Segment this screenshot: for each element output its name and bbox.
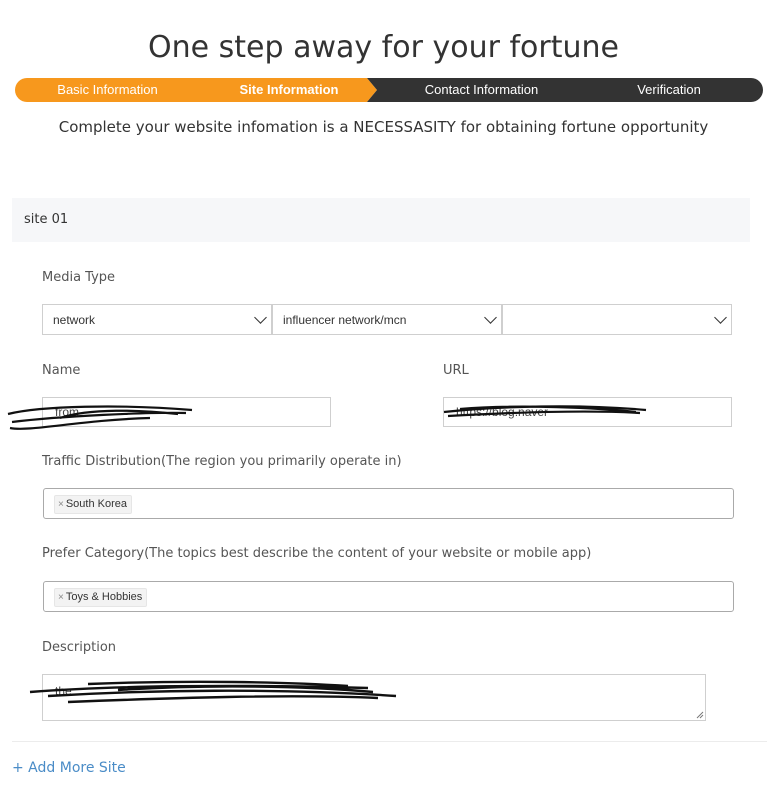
description-textarea[interactable]: the	[42, 674, 706, 721]
media-subtype-select[interactable]: influencer network/mcn	[272, 304, 502, 335]
traffic-distribution-label: Traffic Distribution(The region you prim…	[42, 454, 402, 469]
name-label: Name	[42, 363, 81, 378]
close-icon[interactable]: ×	[58, 499, 64, 510]
page-subtitle: Complete your website infomation is a NE…	[58, 118, 709, 136]
step-verification[interactable]: Verification	[578, 78, 760, 102]
site-header-label: site 01	[24, 212, 69, 227]
media-type-label: Media Type	[42, 270, 116, 285]
prefer-category-label: Prefer Category(The topics best describe…	[42, 546, 592, 561]
traffic-distribution-select[interactable]: × South Korea	[43, 488, 734, 519]
step-contact-information[interactable]: Contact Information	[385, 78, 578, 102]
traffic-tag-label: South Korea	[65, 498, 127, 510]
page-title: One step away for your fortune	[148, 30, 619, 65]
category-tag: × Toys & Hobbies	[54, 588, 148, 607]
add-more-site-link[interactable]: + Add More Site	[12, 760, 126, 776]
close-icon[interactable]: ×	[58, 592, 64, 603]
description-label: Description	[42, 640, 117, 655]
section-divider	[12, 741, 767, 742]
progress-steps: Basic Information Site Information Conta…	[15, 78, 763, 102]
traffic-tag: × South Korea	[54, 495, 132, 514]
media-detail-select[interactable]	[502, 304, 732, 335]
prefer-category-select[interactable]: × Toys & Hobbies	[43, 581, 734, 612]
url-input[interactable]	[443, 397, 732, 427]
step-site-information[interactable]: Site Information	[200, 78, 378, 102]
name-input[interactable]	[42, 397, 331, 427]
site-section-header[interactable]: site 01	[12, 198, 750, 242]
step-basic-information[interactable]: Basic Information	[15, 78, 200, 102]
url-label: URL	[443, 363, 469, 378]
media-type-select[interactable]: network	[42, 304, 272, 335]
category-tag-label: Toys & Hobbies	[65, 591, 143, 603]
